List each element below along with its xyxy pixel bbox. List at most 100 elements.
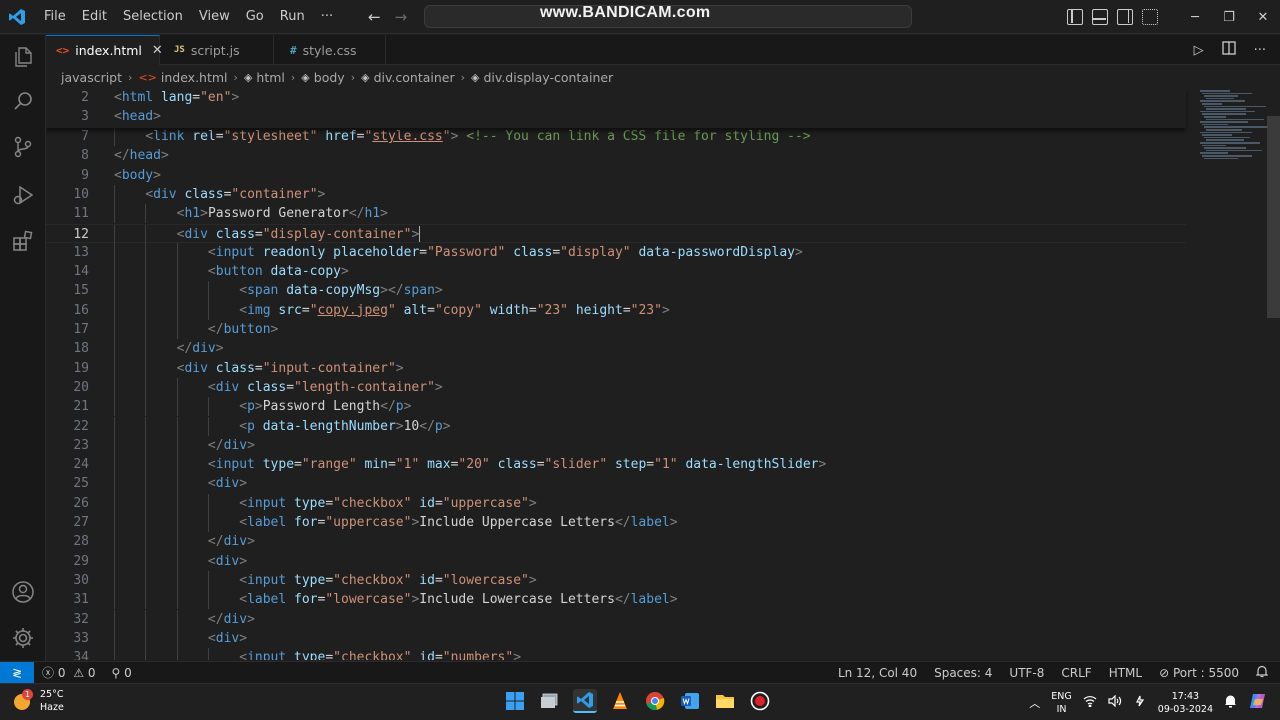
copilot-icon[interactable] [1248, 691, 1268, 714]
menu-view[interactable]: View [191, 0, 238, 34]
task-view-icon[interactable] [538, 689, 562, 713]
code-line[interactable]: 20 <div class="length-container"> [46, 377, 1186, 398]
back-arrow-icon[interactable]: ← [368, 8, 381, 26]
file-encoding[interactable]: UTF-8 [1009, 666, 1044, 680]
code-line[interactable]: 22 <p data-lengthNumber>10</p> [46, 416, 1186, 436]
code-line[interactable]: 16 <img src="copy.jpeg" alt="copy" width… [46, 300, 1186, 320]
code-line[interactable]: 23 </div> [46, 435, 1186, 456]
problems-indicator[interactable]: ⓧ 0 ⚠ 0 [42, 664, 96, 681]
editor-scrollbar[interactable] [1267, 116, 1280, 318]
code-line[interactable]: 11 <h1>Password Generator</h1> [46, 204, 1186, 224]
code-line[interactable]: 34 <input type="checkbox" id="numbers"> [46, 648, 1186, 660]
toggle-panel-icon[interactable] [1092, 9, 1108, 25]
run-file-icon[interactable]: ▷ [1194, 43, 1204, 58]
remote-indicator-icon[interactable]: ≷ [0, 661, 34, 684]
more-actions-icon[interactable]: ··· [1254, 43, 1266, 58]
line-number: 27 [73, 515, 89, 530]
cursor-position[interactable]: Ln 12, Col 40 [838, 666, 917, 680]
breadcrumb-html[interactable]: ◈ html [244, 70, 285, 85]
code-line[interactable]: 27 <label for="uppercase">Include Upperc… [46, 513, 1186, 533]
weather-widget[interactable]: 1 25°C Haze [12, 688, 64, 714]
sticky-scroll-header[interactable]: 2 <html lang="en"> 3 <head> [46, 88, 1186, 128]
windows-start-icon[interactable] [503, 689, 527, 713]
toggle-secondary-sidebar-icon[interactable] [1117, 9, 1133, 25]
code-line[interactable]: 12 <div class="display-container"> [46, 223, 1186, 244]
breadcrumb-container[interactable]: ◈ div.container [361, 70, 455, 85]
code-line[interactable]: 28 </div> [46, 532, 1186, 552]
code-line[interactable]: 7 <link rel="stylesheet" href="style.css… [46, 127, 1186, 147]
code-line[interactable]: 10 <div class="container"> [46, 184, 1186, 205]
code-line[interactable]: 18 </div> [46, 339, 1186, 359]
line-number: 10 [73, 186, 89, 202]
breadcrumb-body[interactable]: ◈ body [301, 70, 344, 85]
minimap[interactable] [1196, 88, 1268, 168]
code-text: <label for="uppercase">Include Uppercase… [239, 515, 678, 530]
word-icon[interactable] [678, 689, 702, 713]
code-line[interactable]: 30 <input type="checkbox" id="lowercase"… [46, 570, 1186, 591]
code-line[interactable]: 14 <button data-copy> [46, 262, 1186, 282]
code-line[interactable]: 17 </button> [46, 320, 1186, 340]
code-line[interactable]: 2 <html lang="en"> [46, 88, 1186, 107]
search-icon[interactable] [11, 89, 35, 113]
menu-selection[interactable]: Selection [115, 0, 191, 34]
maximize-button[interactable]: ❐ [1212, 10, 1246, 25]
volume-icon[interactable] [1108, 694, 1122, 710]
show-hidden-icons-chevron-icon[interactable]: ︿ [1029, 695, 1040, 711]
language-mode[interactable]: HTML [1109, 666, 1142, 680]
code-line[interactable]: 15 <span data-copyMsg></span> [46, 281, 1186, 301]
accounts-icon[interactable] [11, 580, 35, 604]
indentation[interactable]: Spaces: 4 [934, 666, 992, 680]
notification-bell-icon[interactable] [1224, 694, 1237, 711]
code-line[interactable]: 21 <p>Password Length</p> [46, 397, 1186, 417]
run-and-debug-icon[interactable] [11, 183, 35, 207]
end-of-line[interactable]: CRLF [1061, 666, 1091, 680]
code-line[interactable]: 13 <input readonly placeholder="Password… [46, 242, 1186, 263]
live-server-port[interactable]: ⊘ Port : 5500 [1159, 666, 1239, 680]
vscode-taskbar-icon[interactable] [573, 689, 597, 713]
customize-layout-icon[interactable] [1142, 9, 1158, 25]
toggle-primary-sidebar-icon[interactable] [1067, 9, 1083, 25]
explorer-icon[interactable] [11, 45, 35, 69]
notifications-bell-icon[interactable] [1255, 665, 1269, 681]
menu-more[interactable]: ··· [313, 0, 341, 34]
code-line[interactable]: 33 <div> [46, 628, 1186, 649]
code-line[interactable]: 9 <body> [46, 166, 1186, 185]
menu-edit[interactable]: Edit [74, 0, 115, 34]
menu-run[interactable]: Run [272, 0, 313, 34]
code-line[interactable]: 32 </div> [46, 609, 1186, 629]
code-line[interactable]: 26 <input type="checkbox" id="uppercase"… [46, 493, 1186, 513]
tab-script-js[interactable]: JS script.js [160, 35, 274, 65]
breadcrumb-folder[interactable]: javascript [61, 70, 122, 85]
code-line[interactable]: 24 <input type="range" min="1" max="20" … [46, 455, 1186, 475]
manage-gear-icon[interactable] [11, 626, 35, 650]
code-line[interactable]: 31 <label for="lowercase">Include Lowerc… [46, 590, 1186, 610]
close-window-button[interactable]: ✕ [1246, 10, 1280, 25]
battery-icon[interactable] [1133, 695, 1147, 710]
minimize-button[interactable]: ─ [1178, 10, 1212, 25]
ports-indicator[interactable]: ⚲ 0 [112, 666, 132, 680]
menu-go[interactable]: Go [238, 0, 272, 34]
code-line[interactable]: 29 <div> [46, 551, 1186, 571]
tab-index-html[interactable]: <> index.html ✕ [46, 35, 163, 65]
vlc-icon[interactable] [608, 689, 632, 713]
bandicam-record-icon[interactable] [748, 689, 772, 713]
split-editor-icon[interactable] [1221, 41, 1236, 59]
breadcrumb-display-container[interactable]: ◈ div.display-container [471, 70, 613, 85]
code-editor[interactable]: 2 <html lang="en"> 3 <head> 7 <link rel="sty… [46, 88, 1280, 660]
code-line[interactable]: 3 <head> [46, 107, 1186, 126]
language-indicator[interactable]: ENG IN [1051, 690, 1071, 716]
file-explorer-icon[interactable] [713, 689, 737, 713]
code-line[interactable]: 8 </head> [46, 146, 1186, 165]
wifi-icon[interactable] [1083, 695, 1097, 710]
code-line[interactable]: 19 <div class="input-container"> [46, 358, 1186, 378]
code-text: </div> [207, 611, 255, 627]
breadcrumb-file[interactable]: <> index.html [138, 70, 227, 85]
code-line[interactable]: 25 <div> [46, 474, 1186, 494]
tab-style-css[interactable]: # style.css [274, 35, 386, 65]
clock[interactable]: 17:43 09-03-2024 [1158, 690, 1213, 716]
forward-arrow-icon[interactable]: → [395, 8, 408, 26]
source-control-icon[interactable] [11, 135, 35, 159]
extensions-icon[interactable] [11, 229, 35, 253]
chrome-icon[interactable] [643, 689, 667, 713]
menu-file[interactable]: File [36, 0, 74, 34]
